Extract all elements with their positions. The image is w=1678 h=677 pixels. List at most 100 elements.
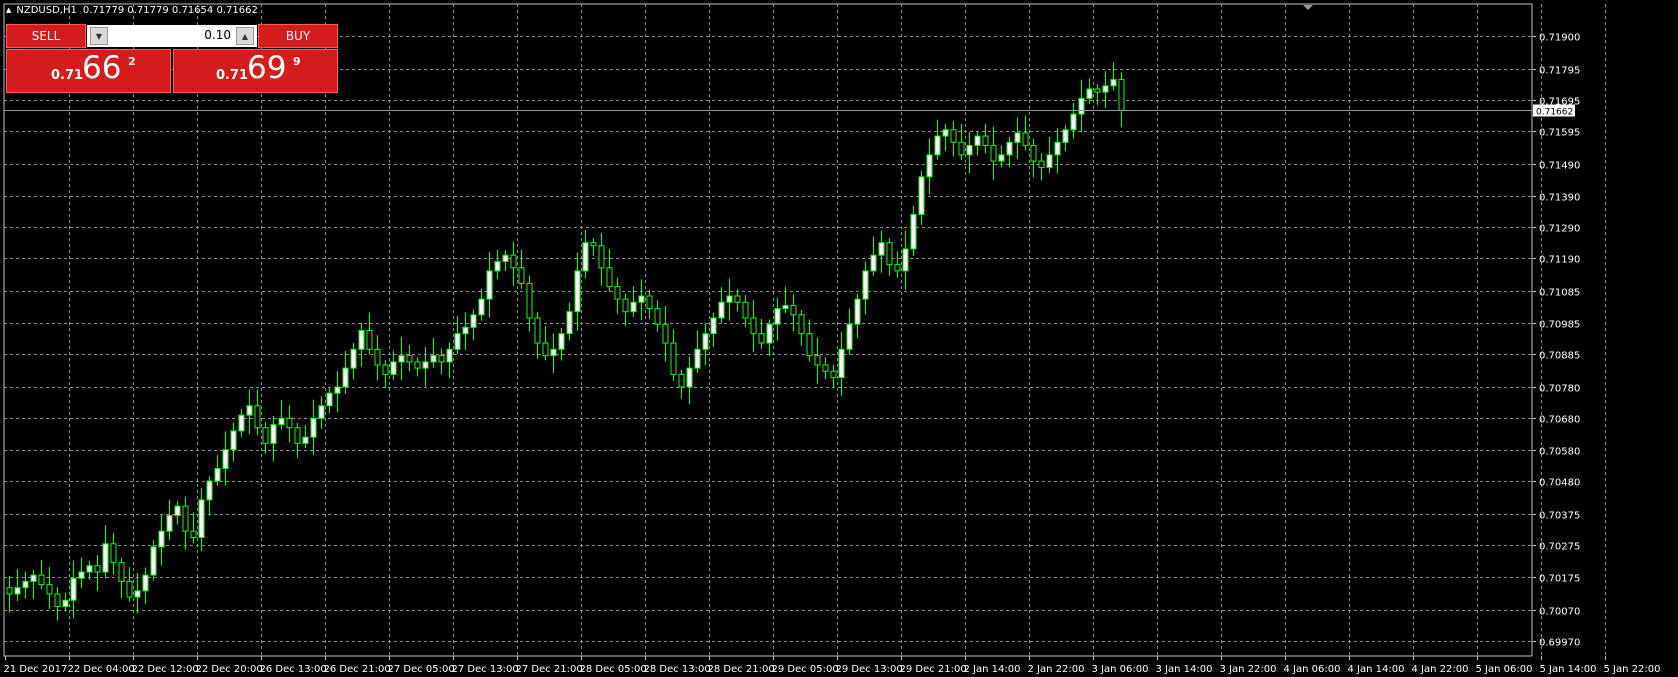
y-tick-label: 0.70275 xyxy=(1539,542,1580,553)
bull-candle-body xyxy=(198,499,205,539)
bear-candle-body xyxy=(790,304,797,316)
bull-candle-body xyxy=(862,270,869,300)
bear-candle-body xyxy=(6,587,13,595)
bull-candle-body xyxy=(350,348,357,369)
bear-candle-body xyxy=(262,427,269,444)
bear-candle-body xyxy=(1094,88,1101,93)
x-tick-label: 3 Jan 14:00 xyxy=(1156,664,1213,675)
bull-candle-body xyxy=(334,386,341,394)
bear-candle-body xyxy=(606,267,613,288)
axes: 0.719000.717950.716950.715950.714900.713… xyxy=(3,3,1660,675)
y-tick-label: 0.71490 xyxy=(1539,161,1580,172)
bear-candle-body xyxy=(126,580,133,598)
bear-candle-body xyxy=(982,135,989,146)
bear-candle-body xyxy=(1118,79,1125,111)
bull-candle-body xyxy=(158,530,165,548)
x-tick-label: 4 Jan 22:00 xyxy=(1412,664,1469,675)
x-tick-label: 29 Dec 05:00 xyxy=(772,664,839,675)
x-tick-label: 4 Jan 06:00 xyxy=(1284,664,1341,675)
bear-candle-body xyxy=(670,342,677,375)
bull-candle-body xyxy=(1054,141,1061,156)
y-tick-label: 0.70580 xyxy=(1539,447,1580,458)
bear-candle-body xyxy=(190,530,197,539)
bear-candle-body xyxy=(526,282,533,319)
x-tick-label: 4 Jan 14:00 xyxy=(1348,664,1405,675)
x-tick-label: 28 Dec 05:00 xyxy=(580,664,647,675)
bear-candle-body xyxy=(374,348,381,366)
bear-candle-body xyxy=(622,298,629,313)
bear-candle-body xyxy=(382,364,389,375)
buy-label: BUY xyxy=(285,29,311,43)
bear-candle-body xyxy=(94,565,101,573)
bull-candle-body xyxy=(398,355,405,363)
bull-candle-body xyxy=(1014,132,1021,143)
bull-candle-body xyxy=(550,348,557,357)
bull-candle-body xyxy=(142,574,149,592)
buy-price-box[interactable]: 0.71 69 9 xyxy=(173,49,338,93)
bull-candle-body xyxy=(1086,88,1093,99)
bull-candle-body xyxy=(1102,85,1109,93)
bear-candle-body xyxy=(406,355,413,363)
bull-candle-body xyxy=(942,129,949,137)
bear-candle-body xyxy=(734,295,741,303)
bull-candle-body xyxy=(1062,129,1069,143)
bear-candle-body xyxy=(678,373,685,388)
bear-candle-body xyxy=(542,342,549,357)
x-tick-label: 29 Dec 13:00 xyxy=(836,664,903,675)
x-tick-label: 26 Dec 21:00 xyxy=(324,664,391,675)
y-tick-label: 0.70480 xyxy=(1539,478,1580,489)
bull-candle-body xyxy=(310,417,317,438)
bull-candle-body xyxy=(566,311,573,335)
lot-size-field[interactable]: ▼ 0.10 ▲ xyxy=(87,25,257,47)
bull-candle-body xyxy=(214,468,221,482)
bull-candle-body xyxy=(718,301,725,319)
bull-candle-body xyxy=(22,580,29,589)
chart-window[interactable]: 0.71900 0.71795 0.71695 0.71595 0.71490 0.713… xyxy=(0,0,1678,677)
bull-candle-body xyxy=(558,333,565,350)
bull-candle-body xyxy=(174,505,181,517)
bull-candle-body xyxy=(1110,79,1117,87)
bear-candle-body xyxy=(990,144,997,162)
increase-lot-icon[interactable]: ▲ xyxy=(236,27,254,45)
sell-button[interactable]: SELL xyxy=(6,24,86,48)
x-tick-label: 27 Dec 05:00 xyxy=(388,664,455,675)
y-tick-label: 0.70375 xyxy=(1539,511,1580,522)
bull-candle-body xyxy=(78,571,85,579)
bear-candle-body xyxy=(46,584,53,595)
bear-candle-body xyxy=(38,574,45,586)
bull-candle-body xyxy=(422,361,429,369)
bull-candle-body xyxy=(878,242,885,256)
bull-candle-body xyxy=(102,543,109,573)
chart-shift-icon[interactable] xyxy=(1303,5,1313,10)
sell-price-sup: 2 xyxy=(128,55,136,68)
bull-candle-body xyxy=(846,323,853,350)
bear-candle-body xyxy=(758,333,765,344)
y-tick-label: 0.70885 xyxy=(1539,351,1580,362)
y-tick-label: 0.71390 xyxy=(1539,193,1580,204)
x-tick-label: 27 Dec 21:00 xyxy=(516,664,583,675)
y-tick-label: 0.71795 xyxy=(1539,66,1580,77)
bull-candle-body xyxy=(86,565,93,573)
y-tick-label: 0.70985 xyxy=(1539,320,1580,331)
bear-candle-body xyxy=(742,301,749,319)
bear-candle-body xyxy=(438,355,445,363)
decrease-lot-icon[interactable]: ▼ xyxy=(90,27,108,45)
price-chart[interactable]: 0.719000.717950.716950.715950.714900.713… xyxy=(0,0,1678,677)
bull-candle-body xyxy=(638,295,645,303)
bull-candle-body xyxy=(1078,97,1085,115)
bear-candle-body xyxy=(414,361,421,369)
y-tick-label: 0.71085 xyxy=(1539,288,1580,299)
buy-button[interactable]: BUY xyxy=(258,24,338,48)
bull-candle-body xyxy=(1006,141,1013,156)
x-tick-label: 28 Dec 13:00 xyxy=(644,664,711,675)
bear-candle-body xyxy=(1022,132,1029,146)
bull-candle-body xyxy=(70,577,77,601)
lot-size-value: 0.10 xyxy=(204,28,231,42)
sell-price-box[interactable]: 0.71 66 2 xyxy=(6,49,171,93)
bull-candle-body xyxy=(30,574,37,582)
bear-candle-body xyxy=(654,308,661,325)
bull-candle-body xyxy=(470,314,477,328)
collapse-triangle-icon[interactable]: ▲ xyxy=(6,6,11,14)
bull-candle-body xyxy=(630,301,637,313)
bear-candle-body xyxy=(598,245,605,269)
